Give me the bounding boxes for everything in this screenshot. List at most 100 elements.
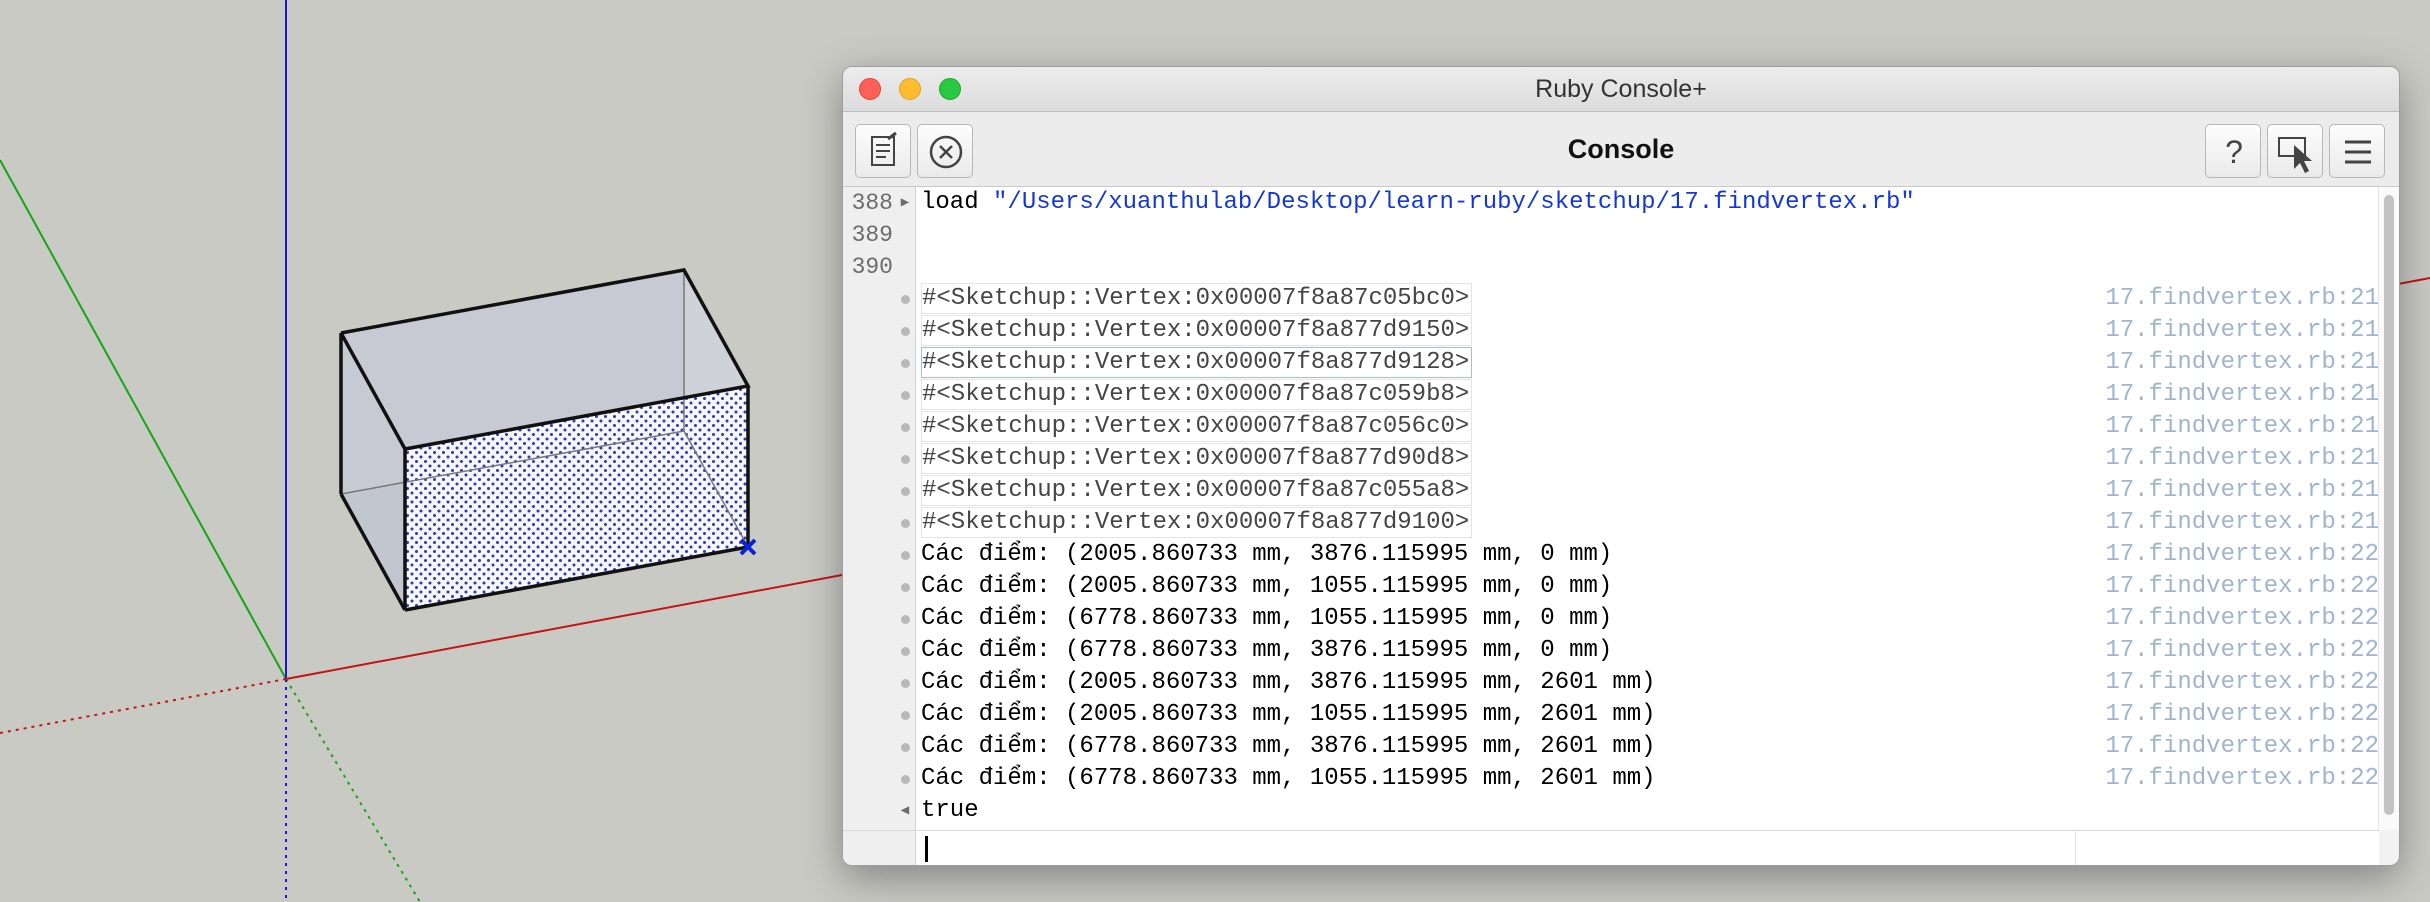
output-dot-icon <box>897 283 913 315</box>
output-dot-icon <box>897 539 913 571</box>
vertical-scrollbar[interactable] <box>2378 187 2399 830</box>
source-link[interactable]: 17.findvertex.rb:21 <box>2105 411 2379 443</box>
new-document-button[interactable] <box>855 124 911 178</box>
result-text: true <box>921 797 979 824</box>
console-line: 389 <box>843 219 2379 251</box>
output-row: #<Sketchup::Vertex:0x00007f8a87c055a8> 1… <box>843 475 2379 507</box>
output-dot-icon <box>897 443 913 475</box>
output-row: #<Sketchup::Vertex:0x00007f8a877d9128> 1… <box>843 347 2379 379</box>
select-entity-button[interactable] <box>2267 124 2323 178</box>
source-link[interactable]: 17.findvertex.rb:21 <box>2105 475 2379 507</box>
window-titlebar[interactable]: Ruby Console+ <box>843 67 2399 112</box>
output-row: #<Sketchup::Vertex:0x00007f8a877d9150> 1… <box>843 315 2379 347</box>
output-text[interactable]: #<Sketchup::Vertex:0x00007f8a87c056c0> <box>921 411 1473 442</box>
scrollbar-thumb[interactable] <box>2384 195 2394 815</box>
output-dot-icon <box>897 379 913 411</box>
output-row: Các điểm: (6778.860733 mm, 3876.115995 m… <box>843 635 2379 667</box>
output-dot-icon <box>897 411 913 443</box>
output-dot-icon <box>897 507 913 539</box>
output-text[interactable]: #<Sketchup::Vertex:0x00007f8a87c055a8> <box>921 475 1473 506</box>
command-string: "/Users/xuanthulab/Desktop/learn-ruby/sk… <box>993 189 1915 216</box>
result-row: ◀ true <box>843 795 2379 827</box>
source-link[interactable]: 17.findvertex.rb:22 <box>2105 635 2379 667</box>
output-text[interactable]: #<Sketchup::Vertex:0x00007f8a877d9100> <box>921 507 1473 538</box>
source-link[interactable]: 17.findvertex.rb:22 <box>2105 699 2379 731</box>
source-link[interactable]: 17.findvertex.rb:22 <box>2105 763 2379 795</box>
output-text: Các điểm: (6778.860733 mm, 3876.115995 m… <box>921 637 1613 664</box>
source-link[interactable]: 17.findvertex.rb:21 <box>2105 347 2379 379</box>
result-marker-icon: ◀ <box>900 803 910 819</box>
green-axis-dotted <box>285 678 421 902</box>
svg-text:?: ? <box>2225 134 2243 170</box>
output-text-selected[interactable]: #<Sketchup::Vertex:0x00007f8a877d9128> <box>921 347 1473 378</box>
red-axis-dotted <box>0 678 287 734</box>
source-link[interactable]: 17.findvertex.rb:21 <box>2105 507 2379 539</box>
console-toolbar: Console ? <box>843 112 2399 187</box>
source-link[interactable]: 17.findvertex.rb:22 <box>2105 731 2379 763</box>
help-icon: ? <box>2225 134 2243 170</box>
box-model[interactable] <box>339 268 757 612</box>
select-pointer-icon <box>2278 137 2312 173</box>
panel-title: Console <box>1567 134 1675 164</box>
source-link[interactable]: 17.findvertex.rb:22 <box>2105 603 2379 635</box>
source-link[interactable]: 17.findvertex.rb:22 <box>2105 667 2379 699</box>
clear-console-button[interactable] <box>917 124 973 178</box>
source-link[interactable]: 17.findvertex.rb:21 <box>2105 443 2379 475</box>
window-title: Ruby Console+ <box>1535 75 1707 103</box>
output-text[interactable]: #<Sketchup::Vertex:0x00007f8a87c059b8> <box>921 379 1473 410</box>
output-text: Các điểm: (2005.860733 mm, 1055.115995 m… <box>921 701 1656 728</box>
output-row: #<Sketchup::Vertex:0x00007f8a87c05bc0> 1… <box>843 283 2379 315</box>
current-line-marker-icon: ▶ <box>900 195 910 211</box>
input-divider <box>2075 831 2076 865</box>
help-button[interactable]: ? <box>2205 124 2261 178</box>
output-row: Các điểm: (2005.860733 mm, 3876.115995 m… <box>843 667 2379 699</box>
line-number: 389 <box>851 222 893 248</box>
menu-icon <box>2345 140 2371 164</box>
output-dot-icon <box>897 635 913 667</box>
new-document-icon <box>871 131 897 166</box>
command-keyword: load <box>921 189 979 216</box>
output-text: Các điểm: (6778.860733 mm, 1055.115995 m… <box>921 765 1656 792</box>
output-dot-icon <box>897 315 913 347</box>
output-row: #<Sketchup::Vertex:0x00007f8a87c056c0> 1… <box>843 411 2379 443</box>
output-text[interactable]: #<Sketchup::Vertex:0x00007f8a877d9150> <box>921 315 1473 346</box>
console-output-area[interactable]: 388 ▶ load "/Users/xuanthulab/Desktop/le… <box>843 187 2379 830</box>
source-link[interactable]: 17.findvertex.rb:22 <box>2105 539 2379 571</box>
output-dot-icon <box>897 347 913 379</box>
output-text: Các điểm: (6778.860733 mm, 1055.115995 m… <box>921 605 1613 632</box>
line-number: 388 <box>851 190 893 216</box>
output-row: Các điểm: (2005.860733 mm, 1055.115995 m… <box>843 571 2379 603</box>
output-dot-icon <box>897 667 913 699</box>
output-text[interactable]: #<Sketchup::Vertex:0x00007f8a87c05bc0> <box>921 283 1473 314</box>
output-row: Các điểm: (2005.860733 mm, 1055.115995 m… <box>843 699 2379 731</box>
menu-button[interactable] <box>2329 124 2385 178</box>
output-dot-icon <box>897 475 913 507</box>
output-dot-icon <box>897 571 913 603</box>
input-gutter <box>843 831 916 865</box>
output-dot-icon <box>897 603 913 635</box>
source-link[interactable]: 17.findvertex.rb:22 <box>2105 571 2379 603</box>
output-row: Các điểm: (6778.860733 mm, 3876.115995 m… <box>843 731 2379 763</box>
green-axis <box>0 159 287 680</box>
output-row: Các điểm: (6778.860733 mm, 1055.115995 m… <box>843 603 2379 635</box>
output-dot-icon <box>897 699 913 731</box>
ruby-console-window[interactable]: Ruby Console+ Console ? 388 ▶ load "/Use… <box>842 66 2400 866</box>
source-link[interactable]: 17.findvertex.rb:21 <box>2105 315 2379 347</box>
output-dot-icon <box>897 731 913 763</box>
clear-icon <box>929 135 963 169</box>
console-line: 390 <box>843 251 2379 283</box>
text-cursor <box>925 836 928 862</box>
output-text: Các điểm: (2005.860733 mm, 3876.115995 m… <box>921 669 1656 696</box>
source-link[interactable]: 17.findvertex.rb:21 <box>2105 379 2379 411</box>
source-link[interactable]: 17.findvertex.rb:21 <box>2105 283 2379 315</box>
console-input[interactable] <box>843 830 2379 865</box>
output-row: Các điểm: (2005.860733 mm, 3876.115995 m… <box>843 539 2379 571</box>
output-text[interactable]: #<Sketchup::Vertex:0x00007f8a877d90d8> <box>921 443 1473 474</box>
output-row: #<Sketchup::Vertex:0x00007f8a877d9100> 1… <box>843 507 2379 539</box>
output-row: Các điểm: (6778.860733 mm, 1055.115995 m… <box>843 763 2379 795</box>
output-text: Các điểm: (2005.860733 mm, 1055.115995 m… <box>921 573 1613 600</box>
console-line: 388 ▶ load "/Users/xuanthulab/Desktop/le… <box>843 187 2379 219</box>
output-text: Các điểm: (2005.860733 mm, 3876.115995 m… <box>921 541 1613 568</box>
output-text: Các điểm: (6778.860733 mm, 3876.115995 m… <box>921 733 1656 760</box>
command-text[interactable]: load "/Users/xuanthulab/Desktop/learn-ru… <box>921 187 1915 219</box>
